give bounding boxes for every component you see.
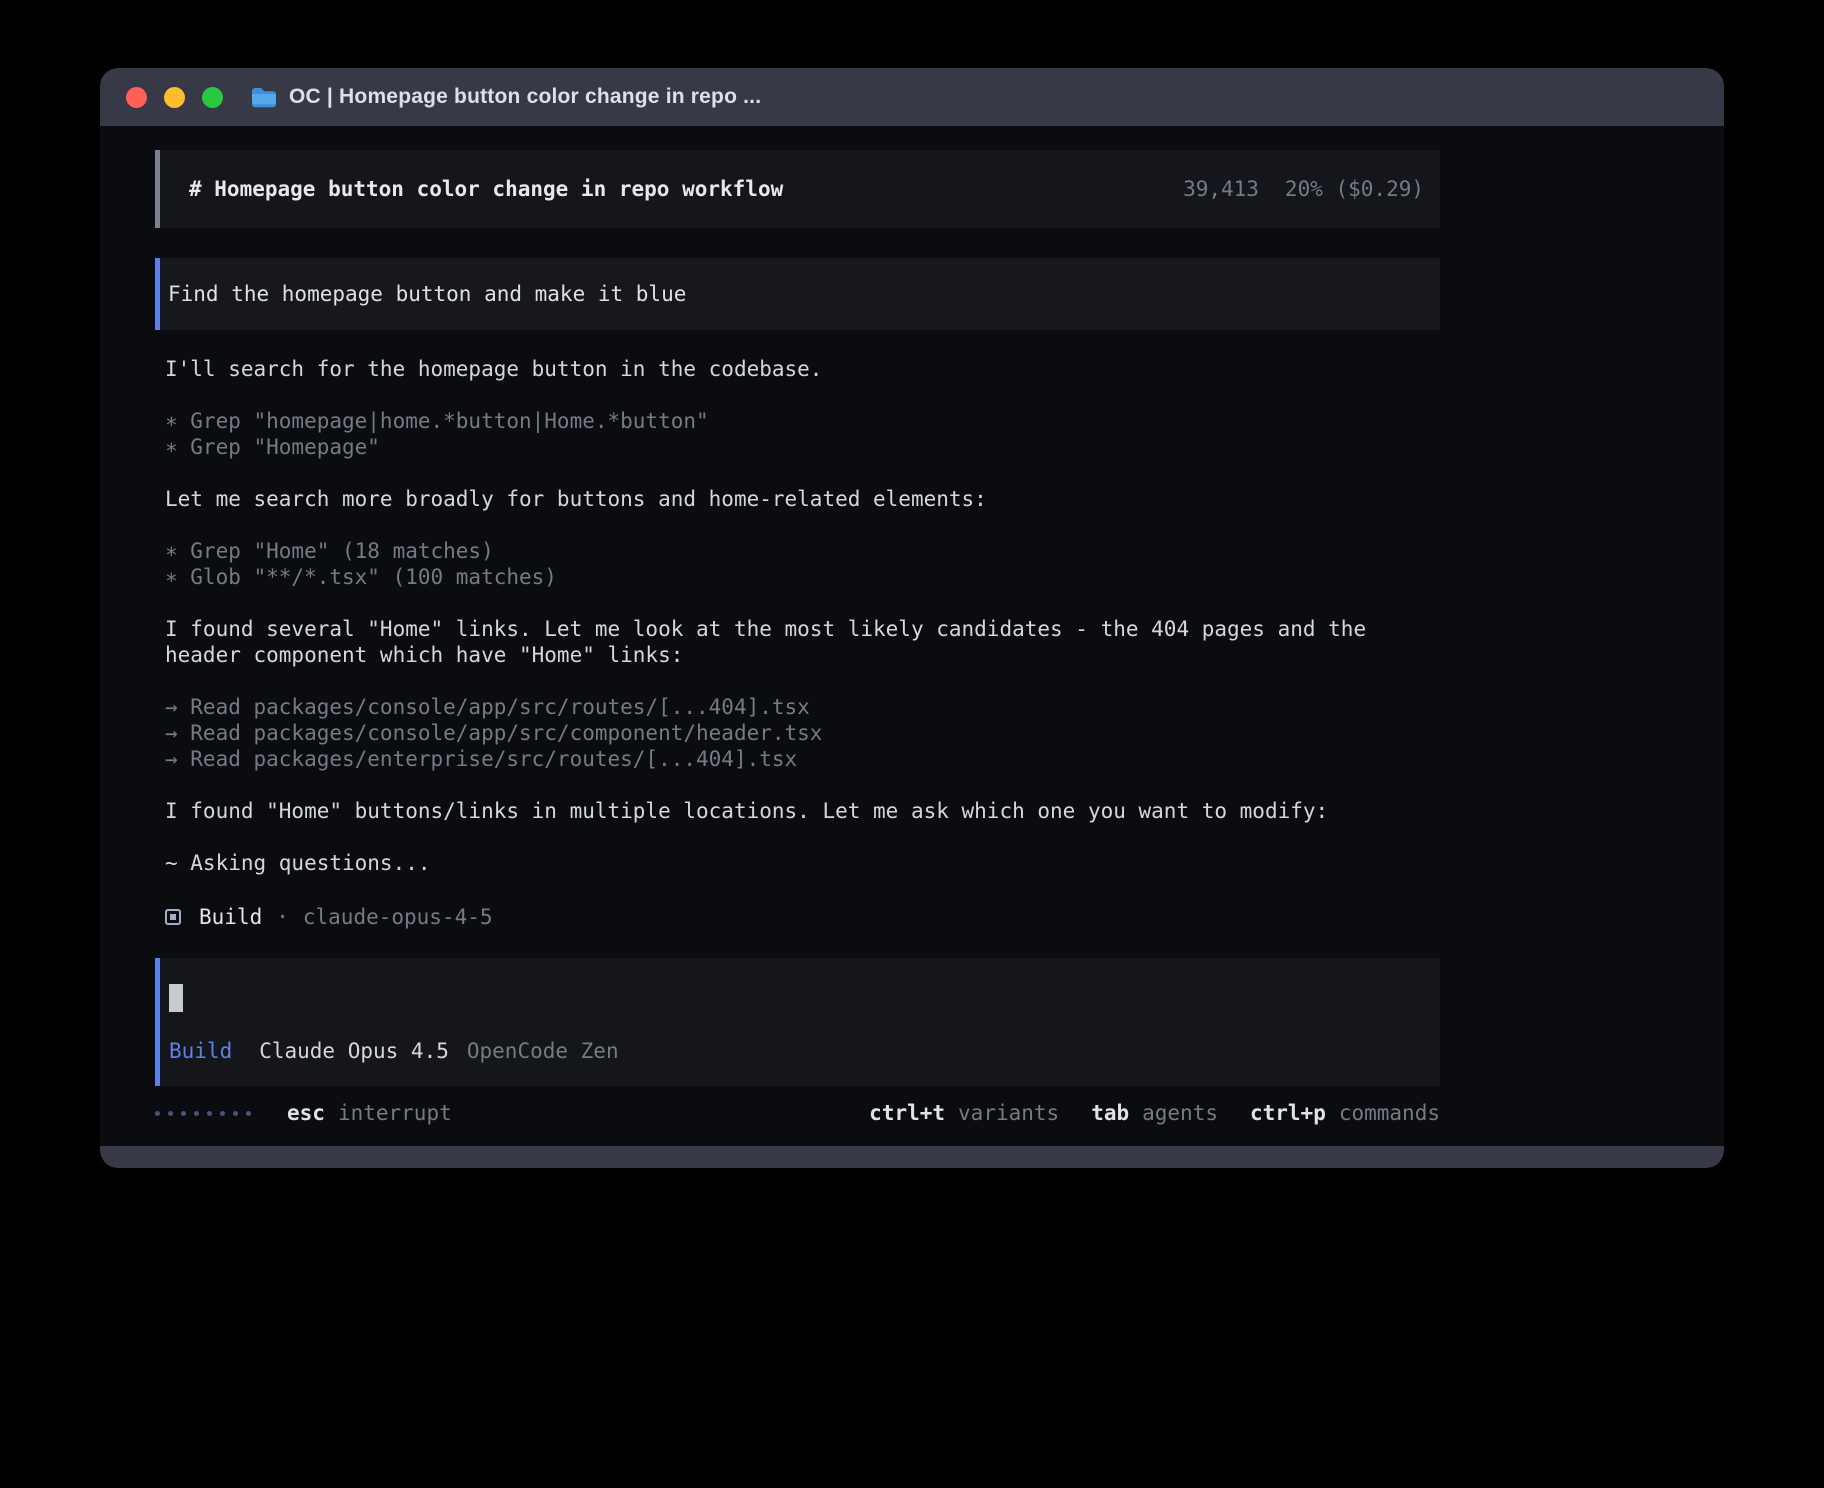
agent-model: claude-opus-4-5: [303, 904, 493, 930]
separator-dot: ·: [276, 904, 289, 930]
close-button[interactable]: [126, 87, 147, 108]
prompt-input[interactable]: Build Claude Opus 4.5 OpenCode Zen: [155, 958, 1440, 1086]
shortcut-commands: ctrl+p commands: [1250, 1100, 1440, 1126]
agent-mode-label: Build: [169, 1038, 232, 1064]
user-message-text: Find the homepage button and make it blu…: [168, 281, 686, 307]
context-cost: 20% ($0.29): [1285, 176, 1424, 202]
statusbar: esc interrupt ctrl+t variants tab agents…: [155, 1098, 1440, 1128]
statusbar-left: esc interrupt: [155, 1100, 452, 1126]
user-message: Find the homepage button and make it blu…: [155, 258, 1440, 330]
tool-call-glob: ∗ Glob "**/*.tsx" (100 matches): [165, 564, 1440, 590]
terminal-window: OC | Homepage button color change in rep…: [100, 68, 1724, 1168]
folder-icon: [251, 86, 277, 108]
zoom-button[interactable]: [202, 87, 223, 108]
agent-status-line: Build · claude-opus-4-5: [165, 902, 1440, 932]
assistant-status: ~ Asking questions...: [165, 850, 1440, 876]
assistant-text: Let me search more broadly for buttons a…: [165, 486, 1440, 512]
spinner-dots: [155, 1111, 251, 1116]
build-agent-icon: [165, 909, 181, 925]
provider-label: OpenCode Zen: [467, 1038, 619, 1064]
assistant-text: I found several "Home" links. Let me loo…: [165, 616, 1440, 668]
terminal-content: # Homepage button color change in repo w…: [100, 126, 1724, 1146]
traffic-lights: [126, 87, 223, 108]
shortcut-variants: ctrl+t variants: [869, 1100, 1059, 1126]
title-group: OC | Homepage button color change in rep…: [251, 85, 761, 109]
assistant-text: I found "Home" buttons/links in multiple…: [165, 798, 1440, 824]
esc-key-hint: esc: [287, 1100, 325, 1126]
model-label: Claude Opus 4.5: [259, 1038, 449, 1064]
tool-call-grep: ∗ Grep "Homepage": [165, 434, 1440, 460]
session-header: # Homepage button color change in repo w…: [155, 150, 1440, 228]
conversation: I'll search for the homepage button in t…: [155, 356, 1440, 932]
window-title: OC | Homepage button color change in rep…: [289, 85, 761, 109]
minimize-button[interactable]: [164, 87, 185, 108]
tool-call-grep: ∗ Grep "Home" (18 matches): [165, 538, 1440, 564]
tool-call-read: → Read packages/console/app/src/routes/[…: [165, 694, 1440, 720]
input-statusline: Build Claude Opus 4.5 OpenCode Zen: [169, 1038, 1440, 1064]
tool-call-grep: ∗ Grep "homepage|home.*button|Home.*butt…: [165, 408, 1440, 434]
esc-key-label: interrupt: [338, 1100, 452, 1126]
titlebar[interactable]: OC | Homepage button color change in rep…: [100, 68, 1724, 126]
session-stats: 39,413 20% ($0.29): [1183, 176, 1424, 202]
session-title: # Homepage button color change in repo w…: [189, 176, 783, 202]
text-cursor: [169, 984, 183, 1012]
shortcut-agents: tab agents: [1091, 1100, 1218, 1126]
statusbar-right: ctrl+t variants tab agents ctrl+p comman…: [869, 1100, 1440, 1126]
assistant-text: I'll search for the homepage button in t…: [165, 356, 1440, 382]
tool-call-read: → Read packages/console/app/src/componen…: [165, 720, 1440, 746]
token-count: 39,413: [1183, 176, 1259, 202]
input-line[interactable]: [169, 984, 1440, 1012]
agent-name: Build: [199, 904, 262, 930]
tool-call-read: → Read packages/enterprise/src/routes/[.…: [165, 746, 1440, 772]
